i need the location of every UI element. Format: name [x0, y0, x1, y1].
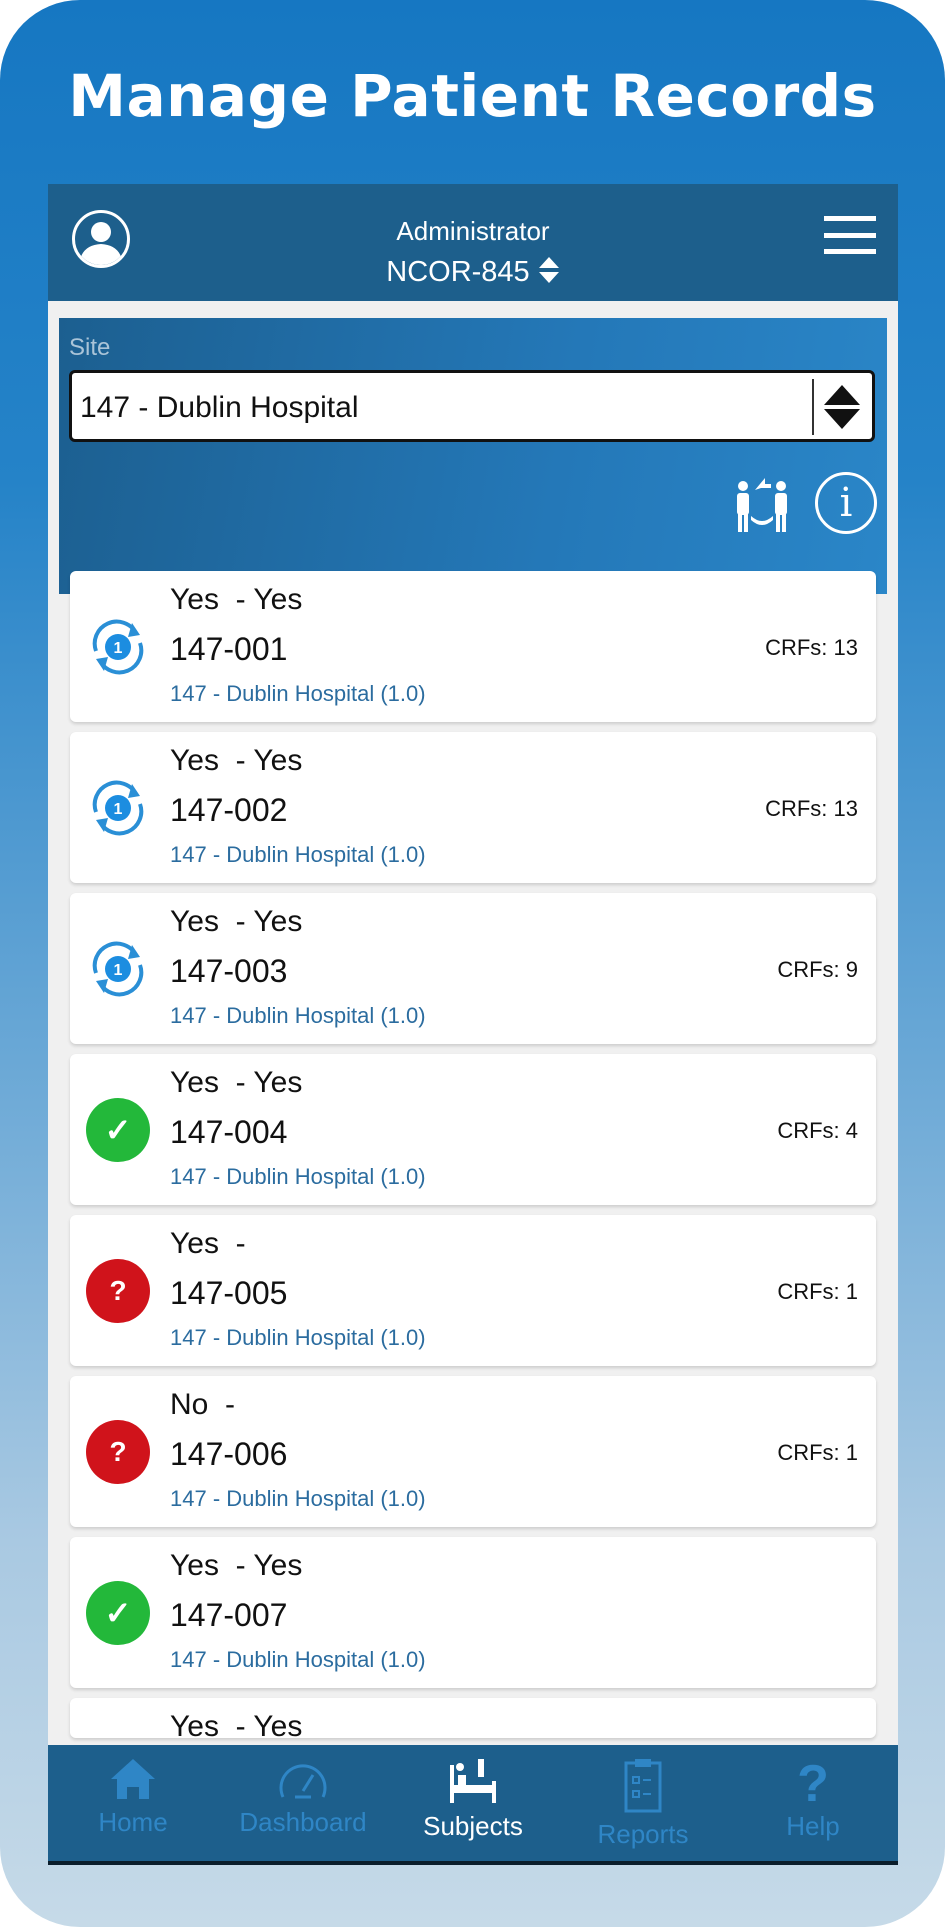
- subject-answers: Yes - Yes: [170, 744, 303, 777]
- hamburger-menu-icon[interactable]: [824, 216, 876, 254]
- crf-count: CRFs: 1: [777, 1279, 858, 1304]
- crf-count: CRFs: 13: [765, 635, 858, 660]
- subject-site: 147 - Dublin Hospital (1.0): [170, 1325, 426, 1350]
- subject-row[interactable]: 1 Yes - Yes 147-003 147 - Dublin Hospital (…: [70, 893, 876, 1044]
- crf-count: CRFs: 9: [777, 957, 858, 982]
- subject-id: 147-003: [170, 953, 288, 989]
- subject-answers: Yes - Yes: [170, 583, 303, 616]
- subject-id: 147-006: [170, 1436, 288, 1472]
- nav-label: Subjects: [423, 1811, 523, 1841]
- subject-site: 147 - Dublin Hospital (1.0): [170, 842, 426, 867]
- site-select[interactable]: 147 - Dublin Hospital: [69, 370, 875, 442]
- query-icon: ?: [86, 1259, 150, 1323]
- transfer-subject-icon[interactable]: [731, 472, 793, 534]
- banner-title: Manage Patient Records: [68, 62, 877, 130]
- nav-reports[interactable]: Reports: [558, 1745, 728, 1861]
- question-icon: ?: [797, 1757, 829, 1805]
- subject-row[interactable]: ? No - 147-006 147 - Dublin Hospital (1.0) C…: [70, 1376, 876, 1527]
- subject-row[interactable]: ✓ Yes - Yes 147-004 147 - Dublin Hospital (…: [70, 1054, 876, 1205]
- sync-pending-icon: 1: [92, 941, 144, 997]
- site-label: Site: [69, 334, 111, 361]
- nav-label: Reports: [597, 1819, 689, 1849]
- svg-text:1: 1: [114, 640, 123, 657]
- study-selector[interactable]: NCOR-845: [48, 256, 898, 289]
- site-panel: Site 147 - Dublin Hospital i: [59, 318, 887, 594]
- subject-row[interactable]: ✓ Yes - Yes 147-007 147 - Dublin Hospital (…: [70, 1537, 876, 1688]
- nav-label: Dashboard: [239, 1807, 367, 1837]
- subject-site: 147 - Dublin Hospital (1.0): [170, 1164, 426, 1189]
- subject-answers: No -: [170, 1388, 236, 1421]
- subject-answers: Yes - Yes: [170, 1066, 303, 1099]
- nav-label: Help: [786, 1811, 840, 1841]
- subject-answers: Yes - Yes: [170, 905, 303, 938]
- nav-label: Home: [98, 1807, 168, 1837]
- subject-row[interactable]: 1 Yes - Yes 147-001 147 - Dublin Hospital (…: [70, 571, 876, 722]
- subject-answers: Yes - Yes: [170, 1710, 303, 1738]
- screen-frame: Manage Patient Records Administrator NCO…: [0, 0, 945, 1927]
- subject-id: 147-005: [170, 1275, 288, 1311]
- check-icon: ✓: [86, 1098, 150, 1162]
- subject-row[interactable]: 1 Yes - Yes 147-002 147 - Dublin Hospital (…: [70, 732, 876, 883]
- sync-pending-icon: 1: [92, 619, 144, 675]
- app-header: Administrator NCOR-845: [48, 184, 898, 301]
- subject-answers: Yes - Yes: [170, 1549, 303, 1582]
- query-icon: ?: [86, 1420, 150, 1484]
- subject-id: 147-001: [170, 631, 288, 667]
- svg-text:?: ?: [797, 1757, 829, 1805]
- subject-id: 147-002: [170, 792, 288, 828]
- subject-site: 147 - Dublin Hospital (1.0): [170, 1647, 426, 1672]
- sort-arrows-icon: [538, 257, 559, 283]
- app-window: Administrator NCOR-845 Site 147 - Dublin…: [48, 184, 898, 1865]
- sync-pending-icon: 1: [92, 780, 144, 836]
- subject-site: 147 - Dublin Hospital (1.0): [170, 1486, 426, 1511]
- site-value: 147 - Dublin Hospital: [80, 391, 359, 424]
- patient-bed-icon: [450, 1759, 496, 1803]
- subject-site: 147 - Dublin Hospital (1.0): [170, 1003, 426, 1028]
- subject-site: 147 - Dublin Hospital (1.0): [170, 681, 426, 706]
- check-icon: ✓: [86, 1581, 150, 1645]
- clipboard-icon: [624, 1759, 662, 1813]
- nav-home[interactable]: Home: [48, 1745, 218, 1861]
- sort-arrows-icon: [824, 385, 860, 429]
- crf-count: CRFs: 4: [777, 1118, 858, 1143]
- crf-count: CRFs: 13: [765, 796, 858, 821]
- crf-count: CRFs: 1: [777, 1440, 858, 1465]
- subject-answers: Yes -: [170, 1227, 246, 1260]
- user-role: Administrator: [396, 216, 550, 246]
- nav-help[interactable]: ? Help: [728, 1745, 898, 1861]
- subject-row[interactable]: Yes - Yes: [70, 1698, 876, 1738]
- nav-dashboard[interactable]: Dashboard: [218, 1745, 388, 1861]
- bottom-nav: Home Dashboard Subjects Reports ? Help: [48, 1745, 898, 1865]
- svg-text:1: 1: [114, 962, 123, 979]
- nav-subjects[interactable]: Subjects: [388, 1745, 558, 1861]
- svg-text:1: 1: [114, 801, 123, 818]
- home-icon: [111, 1759, 155, 1799]
- subject-id: 147-004: [170, 1114, 288, 1150]
- info-icon[interactable]: i: [815, 472, 877, 534]
- subject-row[interactable]: ? Yes - 147-005 147 - Dublin Hospital (1.0)…: [70, 1215, 876, 1366]
- speedometer-icon: [279, 1764, 327, 1799]
- subject-id: 147-007: [170, 1597, 288, 1633]
- study-name: NCOR-845: [386, 256, 530, 288]
